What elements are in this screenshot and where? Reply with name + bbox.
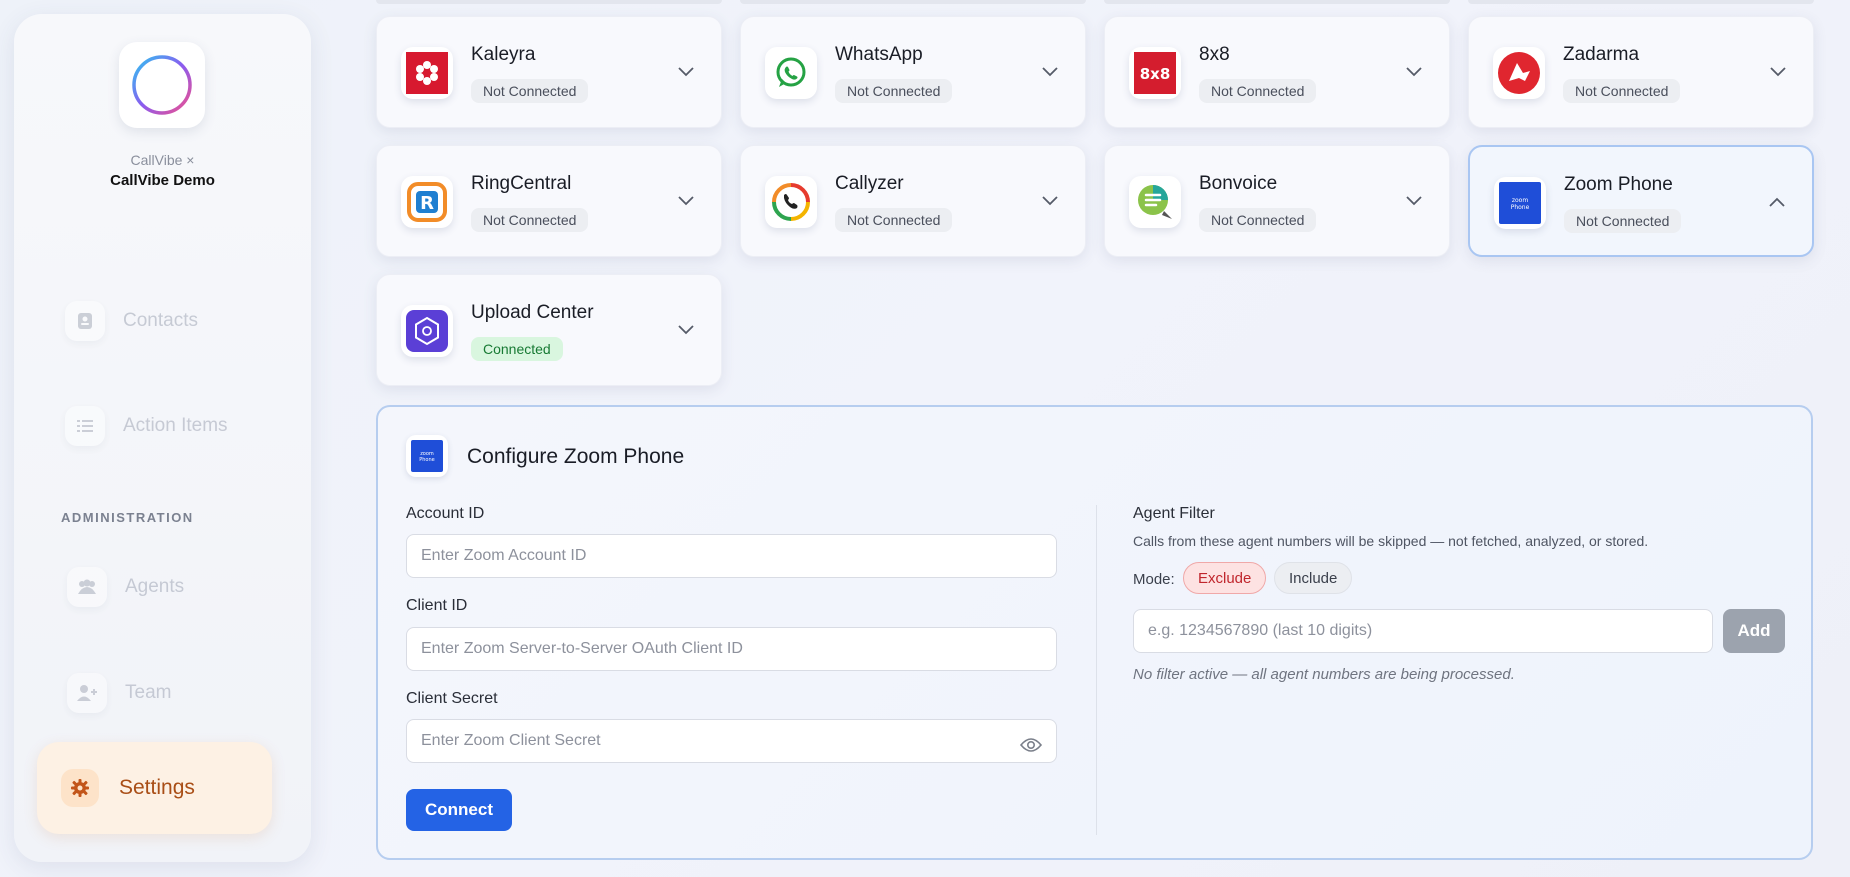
zadarma-logo (1493, 47, 1545, 99)
account-id-label: Account ID (406, 505, 485, 522)
sidebar-item-label: Contacts (123, 310, 198, 331)
integration-card-8x8[interactable]: 8x8 8x8 Not Connected (1104, 16, 1450, 128)
sidebar-item-action-items[interactable]: Action Items (65, 406, 228, 446)
integration-card-upload-center[interactable]: Upload Center Connected (376, 274, 722, 386)
card-strip (740, 0, 1086, 4)
status-badge: Not Connected (471, 79, 589, 103)
integration-name: Callyzer (835, 173, 904, 194)
config-title: Configure Zoom Phone (467, 445, 685, 468)
chevron-down-icon[interactable] (675, 61, 697, 83)
integration-name: Upload Center (471, 302, 594, 323)
integration-card-ringcentral[interactable]: R RingCentral Not Connected (376, 145, 722, 257)
svg-text:Phone: Phone (419, 457, 435, 463)
mode-label: Mode: (1133, 571, 1175, 588)
connect-button[interactable]: Connect (406, 789, 512, 831)
mode-exclude-button[interactable]: Exclude (1183, 562, 1267, 594)
client-secret-input[interactable] (406, 719, 1057, 763)
sidebar: CallVibe × CallVibe Demo Contacts Action… (14, 14, 311, 862)
chevron-down-icon[interactable] (1039, 61, 1061, 83)
brand-title: CallVibe Demo (110, 172, 215, 189)
brand-subtitle: CallVibe × (130, 152, 195, 168)
card-strip (376, 0, 722, 4)
integration-card-zoom-phone[interactable]: zoom Phone Zoom Phone Not Connected (1468, 145, 1814, 257)
integration-card-whatsapp[interactable]: WhatsApp Not Connected (740, 16, 1086, 128)
agent-filter-description: Calls from these agent numbers will be s… (1133, 533, 1649, 549)
sidebar-item-agents[interactable]: Agents (67, 567, 184, 607)
status-badge: Not Connected (1563, 79, 1681, 103)
bonvoice-logo (1129, 176, 1181, 228)
integration-name: Zoom Phone (1564, 174, 1673, 195)
ringcentral-logo: R (401, 176, 453, 228)
whatsapp-logo (765, 47, 817, 99)
8x8-logo: 8x8 (1129, 47, 1181, 99)
integration-name: Bonvoice (1199, 173, 1278, 194)
card-strip (1104, 0, 1450, 4)
status-badge: Not Connected (1199, 208, 1317, 232)
svg-text:8x8: 8x8 (1140, 65, 1171, 83)
svg-text:zoom: zoom (1512, 197, 1528, 204)
client-id-label: Client ID (406, 597, 468, 614)
callyzer-logo (765, 176, 817, 228)
client-secret-label: Client Secret (406, 690, 498, 707)
integration-card-bonvoice[interactable]: Bonvoice Not Connected (1104, 145, 1450, 257)
chevron-down-icon[interactable] (1039, 190, 1061, 212)
agent-filter-title: Agent Filter (1133, 505, 1215, 522)
contact-card-icon (65, 301, 105, 341)
integration-name: Zadarma (1563, 44, 1640, 65)
configure-zoom-phone-panel: zoom Phone Configure Zoom Phone Account I… (376, 405, 1813, 860)
zoom-phone-logo: zoom Phone (1494, 177, 1546, 229)
chevron-down-icon[interactable] (1403, 61, 1425, 83)
integration-card-zadarma[interactable]: Zadarma Not Connected (1468, 16, 1814, 128)
chevron-down-icon[interactable] (675, 319, 697, 341)
sidebar-item-label: Team (125, 682, 172, 703)
status-badge: Not Connected (835, 79, 953, 103)
status-badge: Not Connected (471, 208, 589, 232)
status-badge: Not Connected (835, 208, 953, 232)
checklist-icon (65, 406, 105, 446)
integration-name: RingCentral (471, 173, 572, 194)
client-id-input[interactable] (406, 627, 1057, 671)
mode-include-button[interactable]: Include (1274, 562, 1353, 594)
kaleyra-logo (401, 47, 453, 99)
status-badge: Connected (471, 337, 563, 361)
integration-name: Kaleyra (471, 44, 536, 65)
user-add-icon (67, 673, 107, 713)
status-badge: Not Connected (1564, 209, 1682, 233)
svg-text:R: R (420, 193, 434, 214)
users-icon (67, 567, 107, 607)
eye-icon[interactable] (1019, 733, 1043, 757)
sidebar-item-label: Action Items (123, 415, 228, 436)
agent-number-input[interactable] (1133, 609, 1713, 653)
zoom-phone-logo: zoom Phone (406, 435, 448, 477)
sidebar-item-settings[interactable]: Settings (37, 742, 272, 834)
card-strip (1468, 0, 1814, 4)
svg-text:Phone: Phone (1511, 204, 1530, 211)
agent-filter-note: No filter active — all agent numbers are… (1133, 666, 1515, 683)
integration-card-kaleyra[interactable]: Kaleyra Not Connected (376, 16, 722, 128)
upload-center-logo (401, 305, 453, 357)
settings-label: Settings (119, 776, 195, 799)
sidebar-item-label: Agents (125, 576, 185, 597)
add-agent-button[interactable]: Add (1723, 609, 1785, 653)
integration-name: WhatsApp (835, 44, 923, 65)
column-divider (1096, 505, 1097, 835)
chevron-down-icon[interactable] (1767, 61, 1789, 83)
integration-card-callyzer[interactable]: Callyzer Not Connected (740, 145, 1086, 257)
soundwave-icon (132, 55, 192, 115)
gear-icon (61, 769, 99, 807)
sidebar-scrollbar[interactable] (309, 254, 311, 862)
chevron-down-icon[interactable] (675, 190, 697, 212)
section-label-administration: ADMINISTRATION (61, 510, 194, 525)
account-id-input[interactable] (406, 534, 1057, 578)
sidebar-item-contacts[interactable]: Contacts (65, 301, 198, 341)
status-badge: Not Connected (1199, 79, 1317, 103)
chevron-down-icon[interactable] (1403, 190, 1425, 212)
sidebar-item-team[interactable]: Team (67, 673, 171, 713)
chevron-up-icon[interactable] (1766, 191, 1788, 213)
brand-logo[interactable] (119, 42, 205, 128)
integration-name: 8x8 (1199, 44, 1230, 65)
